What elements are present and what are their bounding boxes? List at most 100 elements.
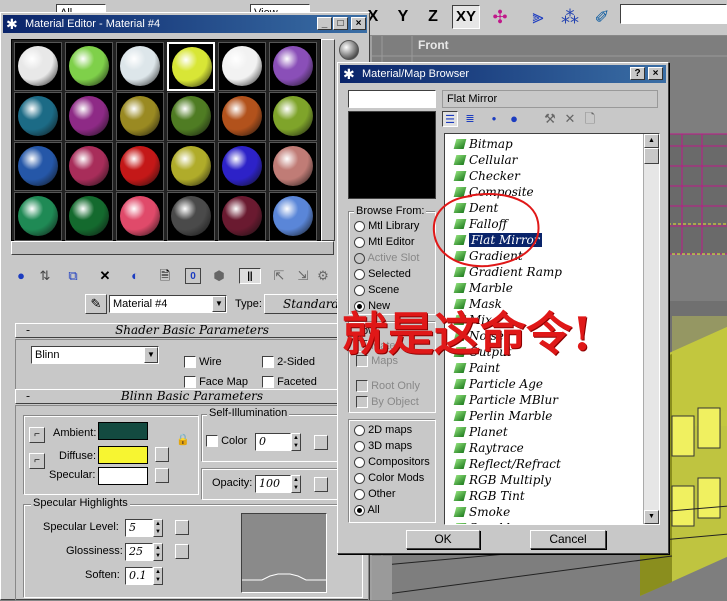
- browse-from-option[interactable]: Mtl Editor: [354, 236, 415, 248]
- self-illum-color-option[interactable]: Color: [206, 435, 247, 448]
- browse-from-option[interactable]: Active Slot: [354, 252, 419, 264]
- specular-color-swatch[interactable]: [98, 467, 148, 485]
- pick-material-icon[interactable]: ✎: [85, 294, 107, 314]
- sample-slot[interactable]: [269, 92, 317, 141]
- shader-type-dropdown[interactable]: Blinn ▼: [31, 346, 159, 364]
- map-category-option[interactable]: 3D maps: [354, 440, 412, 452]
- sample-slot[interactable]: [65, 142, 113, 191]
- browse-from-option[interactable]: Scene: [354, 284, 399, 296]
- sample-slot[interactable]: [167, 92, 215, 141]
- go-to-parent-icon[interactable]: ⇱: [271, 268, 287, 284]
- copy-material-icon[interactable]: ◐: [127, 268, 143, 284]
- map-category-option[interactable]: Other: [354, 488, 396, 500]
- assign-to-selection-icon[interactable]: ⧉: [65, 268, 81, 284]
- chevron-down-icon[interactable]: ▼: [212, 296, 226, 312]
- sample-slot[interactable]: [218, 92, 266, 141]
- soften-field[interactable]: 0.1: [125, 567, 153, 585]
- browse-from-radio[interactable]: [354, 268, 365, 280]
- map-list-item[interactable]: Smoke: [453, 504, 510, 520]
- view-small-icons-icon[interactable]: ●: [486, 111, 502, 127]
- align-icon[interactable]: ✐: [590, 6, 614, 30]
- opacity-map-button[interactable]: [314, 477, 328, 492]
- browse-from-option[interactable]: Mtl Library: [354, 220, 419, 232]
- browse-from-radio[interactable]: [354, 252, 365, 264]
- sample-slot[interactable]: [167, 192, 215, 241]
- blinn-rollout-header[interactable]: - Blinn Basic Parameters: [15, 389, 369, 404]
- specular-map-button[interactable]: [155, 468, 169, 483]
- material-effects-channel-icon[interactable]: 0: [185, 268, 201, 284]
- material-editor-titlebar[interactable]: ✱ Material Editor - Material #4 _ □ ×: [3, 15, 367, 33]
- sample-slot[interactable]: [218, 42, 266, 91]
- browser-titlebar[interactable]: ✱ Material/Map Browser ? ×: [340, 65, 666, 83]
- sample-slot[interactable]: [269, 42, 317, 91]
- clear-library-icon[interactable]: 🗋: [582, 111, 598, 127]
- opacity-spinner[interactable]: ▲ ▼: [291, 475, 301, 493]
- map-category-radio[interactable]: [354, 440, 365, 452]
- by-object-option[interactable]: By Object: [356, 396, 419, 409]
- sample-slot[interactable]: [218, 192, 266, 241]
- diffuse-color-swatch[interactable]: [98, 446, 148, 464]
- chevron-down-icon[interactable]: ▼: [144, 347, 158, 363]
- shader-rollout-header[interactable]: - Shader Basic Parameters: [15, 323, 369, 338]
- faceted-checkbox[interactable]: [262, 376, 274, 389]
- map-category-radio[interactable]: [354, 456, 365, 468]
- scroll-down-button[interactable]: ▼: [644, 510, 659, 524]
- minimize-button[interactable]: _: [317, 17, 332, 30]
- opacity-value-field[interactable]: 100: [255, 475, 291, 493]
- delete-from-library-icon[interactable]: ✕: [562, 111, 578, 127]
- sample-slot[interactable]: [65, 92, 113, 141]
- browse-from-radio[interactable]: [354, 284, 365, 296]
- sample-slot[interactable]: [116, 142, 164, 191]
- sample-slot[interactable]: [167, 142, 215, 191]
- scroll-up-button[interactable]: ▲: [644, 134, 659, 148]
- close-button[interactable]: ×: [648, 67, 663, 80]
- lock-ambient-diffuse-icon[interactable]: ⌐: [29, 427, 45, 443]
- named-selection-field[interactable]: [620, 4, 727, 24]
- map-list-item[interactable]: Marble: [453, 280, 513, 296]
- lock-icon[interactable]: 🔒: [176, 433, 190, 447]
- self-illum-map-button[interactable]: [314, 435, 328, 450]
- glossiness-field[interactable]: 25: [125, 543, 153, 561]
- wire-checkbox[interactable]: [184, 356, 196, 369]
- map-category-option[interactable]: All: [354, 504, 380, 516]
- face-map-checkbox[interactable]: [184, 376, 196, 389]
- sample-slot[interactable]: [65, 42, 113, 91]
- sample-slot[interactable]: [269, 142, 317, 191]
- browser-search-field[interactable]: [348, 90, 436, 108]
- map-list-scrollbar[interactable]: ▲ ▼: [643, 134, 659, 524]
- sample-slot[interactable]: [269, 192, 317, 241]
- map-list-item[interactable]: Paint: [453, 360, 500, 376]
- map-list-item[interactable]: Perlin Marble: [453, 408, 552, 424]
- sample-slot[interactable]: [218, 142, 266, 191]
- close-button[interactable]: ×: [351, 17, 366, 30]
- two-sided-option[interactable]: 2-Sided: [262, 356, 315, 369]
- map-list-item[interactable]: Reflect/Refract: [453, 456, 561, 472]
- put-to-scene-icon[interactable]: ⇅: [37, 268, 53, 284]
- self-illum-spinner[interactable]: ▲ ▼: [291, 433, 301, 451]
- map-list-item[interactable]: Cellular: [453, 152, 517, 168]
- mirror-icon[interactable]: ⫸: [526, 6, 550, 30]
- scroll-thumb[interactable]: [644, 148, 659, 164]
- sample-slot[interactable]: [116, 42, 164, 91]
- axis-y-button[interactable]: Y: [392, 5, 414, 29]
- update-scene-materials-icon[interactable]: ⚒: [542, 111, 558, 127]
- ambient-color-swatch[interactable]: [98, 422, 148, 440]
- soften-spinner[interactable]: ▲ ▼: [153, 567, 163, 585]
- sample-slot[interactable]: [14, 92, 62, 141]
- map-category-radio[interactable]: [354, 504, 365, 516]
- options-icon[interactable]: ⚙: [315, 268, 331, 284]
- axis-z-button[interactable]: Z: [422, 5, 444, 29]
- view-large-icons-icon[interactable]: ●: [506, 111, 522, 127]
- map-category-radio[interactable]: [354, 472, 365, 484]
- cancel-button[interactable]: Cancel: [530, 530, 606, 549]
- view-list-icons-icon[interactable]: ≣: [462, 111, 478, 127]
- faceted-option[interactable]: Faceted: [262, 376, 317, 389]
- map-list-item[interactable]: RGB Multiply: [453, 472, 551, 488]
- browse-from-option[interactable]: Selected: [354, 268, 411, 280]
- sample-slot[interactable]: [116, 92, 164, 141]
- map-list-item[interactable]: RGB Tint: [453, 488, 525, 504]
- map-category-option[interactable]: Color Mods: [354, 472, 424, 484]
- map-list-item[interactable]: Speckle: [453, 520, 517, 524]
- get-material-icon[interactable]: ●: [13, 268, 29, 284]
- sample-slot[interactable]: [14, 192, 62, 241]
